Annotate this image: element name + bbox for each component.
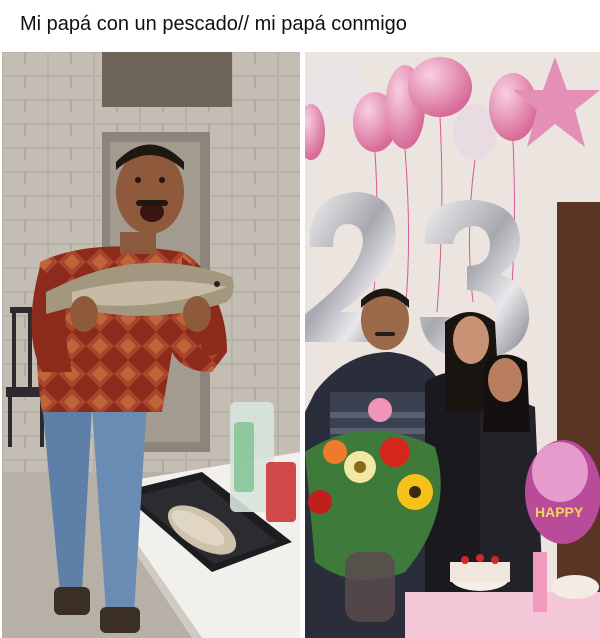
post-caption: Mi papá con un pescado// mi papá conmigo bbox=[20, 13, 407, 35]
photo-father-fish bbox=[2, 52, 300, 638]
party-balloon-text: HAPPY bbox=[535, 504, 584, 520]
photo-father-daughters-balloons: HAPPY bbox=[305, 52, 600, 638]
